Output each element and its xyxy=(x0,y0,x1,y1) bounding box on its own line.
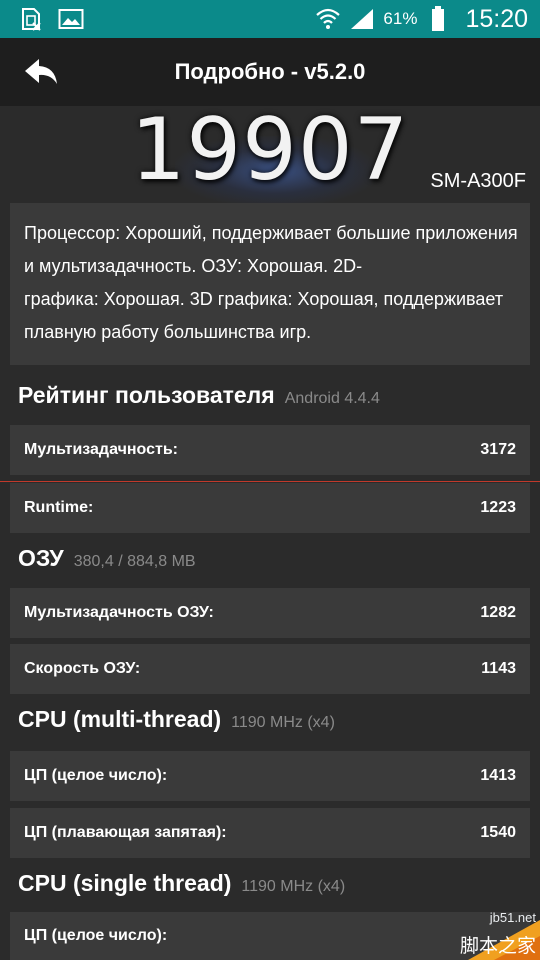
description-line: и мультизадачность. ОЗУ: Хорошая. 2D- xyxy=(24,256,363,276)
section-subtitle: Android 4.4.4 xyxy=(284,390,380,407)
row-label: ЦП (целое число): xyxy=(24,767,168,784)
result-row-cpu-integer[interactable]: ЦП (целое число): 1413 xyxy=(10,751,530,801)
row-value: 1223 xyxy=(480,499,516,516)
score-area: 19907 SM-A300F xyxy=(0,100,540,206)
back-button[interactable] xyxy=(20,52,62,92)
row-value: 1143 xyxy=(481,660,516,677)
battery-percent: 61% xyxy=(383,9,418,28)
section-subtitle: 1190 MHz (x4) xyxy=(231,714,335,731)
section-cpu-single: CPU (single thread) 1190 MHz (x4) xyxy=(18,870,345,904)
app-bar: Подробно - v5.2.0 xyxy=(0,38,540,106)
back-arrow-icon xyxy=(25,59,57,84)
section-subtitle: 380,4 / 884,8 MB xyxy=(73,553,196,570)
description-line: плавную работу большинства игр. xyxy=(24,322,312,342)
section-title: ОЗУ xyxy=(18,545,64,571)
section-user-rating: Рейтинг пользователя Android 4.4.4 xyxy=(18,382,380,416)
result-row-multitasking[interactable]: Мультизадачность: 3172 xyxy=(10,425,530,475)
row-label: Мультизадачность: xyxy=(24,441,178,458)
row-label: ЦП (плавающая запятая): xyxy=(24,824,227,841)
sim-card-icon xyxy=(18,7,44,31)
section-title: CPU (single thread) xyxy=(18,870,232,896)
row-value: 3172 xyxy=(480,441,516,458)
page-title: Подробно - v5.2.0 xyxy=(174,59,366,84)
result-row-runtime[interactable]: Runtime: 1223 xyxy=(10,483,530,533)
image-icon xyxy=(58,7,84,31)
battery-icon xyxy=(425,6,451,31)
description-box: Процессор: Хороший, поддерживает большие… xyxy=(10,203,530,365)
row-label: ЦП (целое число): xyxy=(24,927,168,944)
status-clock: 15:20 xyxy=(465,4,528,33)
section-title: CPU (multi-thread) xyxy=(18,706,222,732)
section-title: Рейтинг пользователя xyxy=(18,382,275,408)
row-value: 1282 xyxy=(480,604,516,621)
description-line: графика: Хорошая. 3D графика: Хорошая, п… xyxy=(24,289,504,309)
result-row-ram-speed[interactable]: Скорость ОЗУ: 1143 xyxy=(10,644,530,694)
row-label: Мультизадачность ОЗУ: xyxy=(24,604,214,621)
divider-line xyxy=(0,481,540,482)
status-bar: 61% 15:20 xyxy=(0,0,540,38)
watermark-site: jb51.net xyxy=(489,910,536,925)
row-value: 1413 xyxy=(480,767,516,784)
wifi-icon xyxy=(315,7,341,31)
watermark: jb51.net 脚本之家 xyxy=(440,908,540,960)
device-model: SM-A300F xyxy=(430,170,526,192)
section-subtitle: 1190 MHz (x4) xyxy=(241,878,346,895)
watermark-name: 脚本之家 xyxy=(459,936,536,957)
signal-icon xyxy=(349,7,375,31)
row-label: Скорость ОЗУ: xyxy=(24,660,141,677)
section-cpu-multi: CPU (multi-thread) 1190 MHz (x4) xyxy=(18,706,335,740)
result-row-ram-multitasking[interactable]: Мультизадачность ОЗУ: 1282 xyxy=(10,588,530,638)
row-label: Runtime: xyxy=(24,499,94,516)
result-row-cpu-float[interactable]: ЦП (плавающая запятая): 1540 xyxy=(10,808,530,858)
row-value: 1540 xyxy=(480,824,516,841)
description-line: Процессор: Хороший, поддерживает большие… xyxy=(24,223,518,243)
section-ram: ОЗУ 380,4 / 884,8 MB xyxy=(18,545,196,579)
